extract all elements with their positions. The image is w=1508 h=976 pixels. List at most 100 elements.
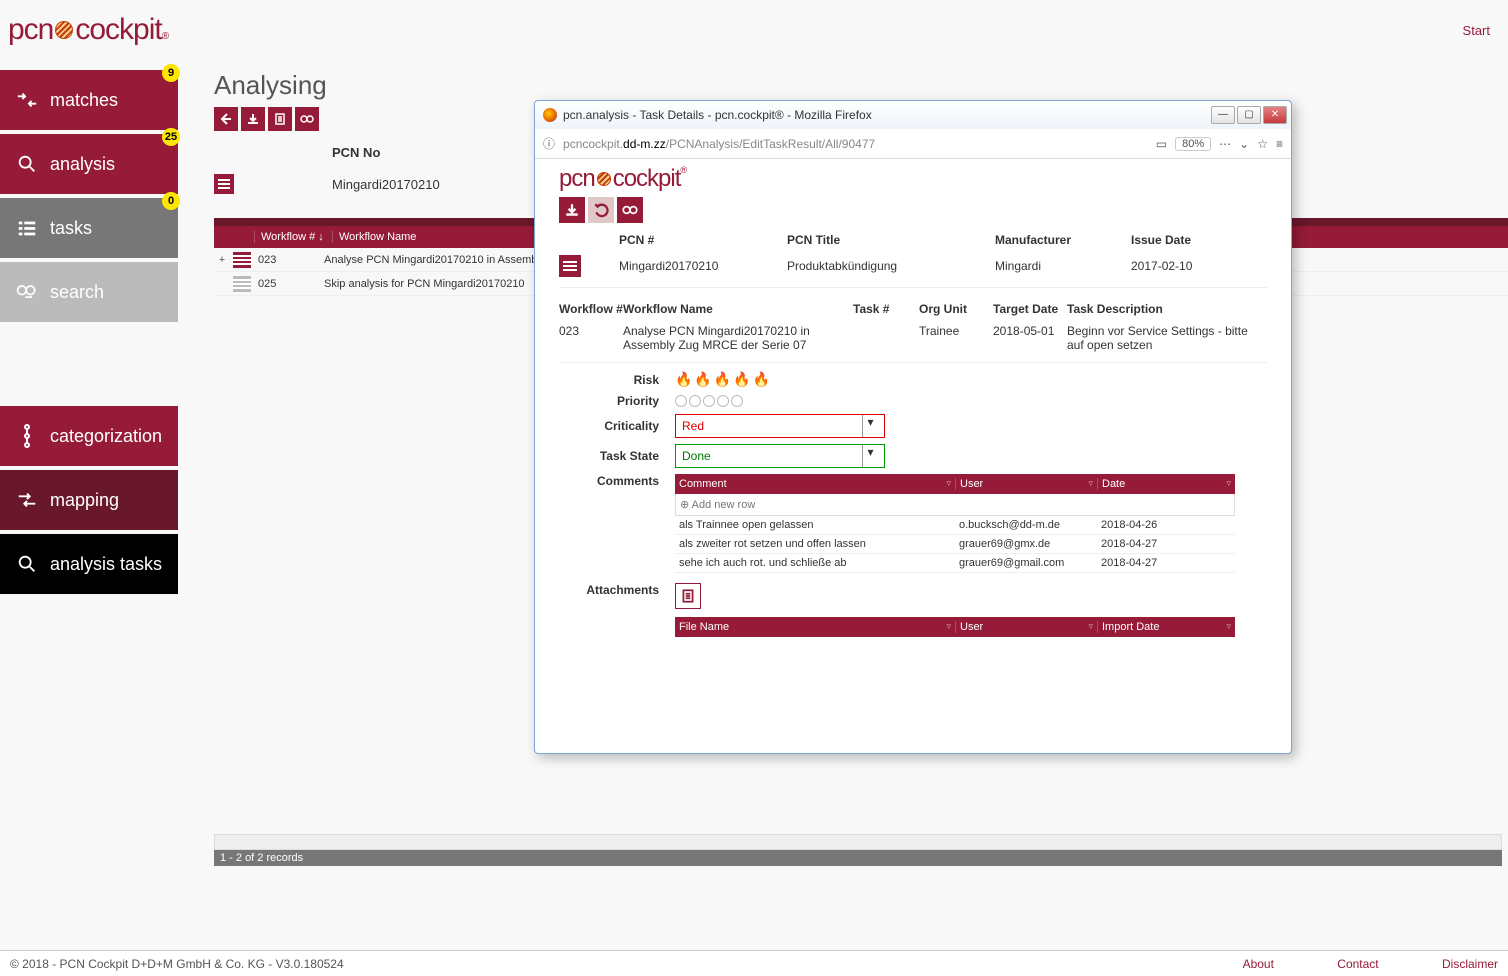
wf-num: 023 <box>559 324 623 352</box>
sidebar-item-tasks[interactable]: tasks 0 <box>0 198 178 258</box>
sidebar-label: analysis tasks <box>50 554 162 575</box>
save-button[interactable] <box>559 197 585 223</box>
link-button[interactable] <box>295 107 319 131</box>
filter-icon[interactable]: ▿ <box>1088 621 1093 632</box>
analysis-icon <box>14 153 40 175</box>
logo-text-1: pcn <box>8 13 53 47</box>
pcn-num: Mingardi20170210 <box>619 259 787 273</box>
close-button[interactable]: ✕ <box>1263 106 1287 124</box>
col-file[interactable]: File Name <box>679 621 729 633</box>
minimize-button[interactable]: ― <box>1211 106 1235 124</box>
sidebar-label: matches <box>50 90 118 111</box>
document-button[interactable] <box>268 107 292 131</box>
task-desc: Beginn vor Service Settings - bitte auf … <box>1067 324 1267 352</box>
row-menu-icon[interactable] <box>233 252 251 268</box>
filter-icon[interactable]: ▿ <box>1226 478 1231 489</box>
comment-date: 2018-04-27 <box>1097 538 1235 550</box>
horizontal-scrollbar[interactable] <box>214 834 1502 850</box>
sort-icon[interactable]: ↓ <box>318 231 324 243</box>
add-attachment-button[interactable] <box>675 583 701 609</box>
comment-text: als Trainnee open gelassen <box>675 519 955 531</box>
popup-logo: pcncockpit® <box>559 165 1267 193</box>
col-comment[interactable]: Comment <box>679 478 727 490</box>
sidebar-item-analysis[interactable]: analysis 25 <box>0 134 178 194</box>
disclaimer-link[interactable]: Disclaimer <box>1442 957 1498 971</box>
sidebar-item-search[interactable]: search <box>0 262 178 322</box>
workflow-row: 023 Analyse PCN Mingardi20170210 in Asse… <box>559 324 1267 363</box>
add-row-button[interactable]: ⊕ Add new row <box>675 494 1235 516</box>
more-icon[interactable]: ⋯ <box>1219 137 1231 151</box>
comment-row[interactable]: als Trainnee open gelassen o.bucksch@dd-… <box>675 516 1235 535</box>
comment-text: als zweiter rot setzen und offen lassen <box>675 538 955 550</box>
reader-icon[interactable]: ▭ <box>1156 137 1167 151</box>
priority-circles-icon[interactable] <box>675 395 743 407</box>
taskstate-select[interactable]: Done▾ <box>675 444 885 468</box>
sidebar-label: mapping <box>50 490 119 511</box>
back-button[interactable] <box>214 107 238 131</box>
col-user[interactable]: User <box>960 621 983 633</box>
wf-name: Analyse PCN Mingardi20170210 in Assembly… <box>623 324 853 352</box>
comments-label: Comments <box>559 474 675 488</box>
risk-flames-icon[interactable]: 🔥🔥🔥🔥🔥 <box>675 371 772 388</box>
contact-link[interactable]: Contact <box>1337 957 1378 971</box>
pcn-title: Produktabkündigung <box>787 259 995 273</box>
sidebar-item-categorization[interactable]: categorization <box>0 406 178 466</box>
undo-button[interactable] <box>588 197 614 223</box>
col-org-unit: Org Unit <box>919 302 993 316</box>
badge: 25 <box>162 128 180 146</box>
maximize-button[interactable]: ▢ <box>1237 106 1261 124</box>
comment-row[interactable]: sehe ich auch rot. und schließe ab graue… <box>675 554 1235 573</box>
star-icon[interactable]: ☆ <box>1257 137 1268 151</box>
col-date[interactable]: Date <box>1102 478 1125 490</box>
filter-icon[interactable]: ▿ <box>1088 478 1093 489</box>
tasks-icon <box>14 217 40 239</box>
mapping-icon <box>14 489 40 511</box>
sidebar-item-analysis-tasks[interactable]: analysis tasks <box>0 534 178 594</box>
row-menu-icon[interactable] <box>214 174 234 194</box>
comment-text: sehe ich auch rot. und schließe ab <box>675 557 955 569</box>
pcn-info-header: PCN # PCN Title Manufacturer Issue Date <box>559 233 1267 247</box>
row-menu-icon[interactable] <box>559 255 581 277</box>
col-wf-num[interactable]: Workflow # <box>261 231 315 243</box>
window-titlebar[interactable]: pcn.analysis - Task Details - pcn.cockpi… <box>535 101 1291 129</box>
window-title: pcn.analysis - Task Details - pcn.cockpi… <box>563 108 872 122</box>
filter-icon[interactable]: ▿ <box>946 478 951 489</box>
comment-row[interactable]: als zweiter rot setzen und offen lassen … <box>675 535 1235 554</box>
analysis-tasks-icon <box>14 553 40 575</box>
wf-num: 023 <box>254 254 324 266</box>
priority-label: Priority <box>559 394 675 408</box>
comment-user: o.bucksch@dd-m.de <box>955 519 1097 531</box>
sidebar-item-matches[interactable]: matches 9 <box>0 70 178 130</box>
col-import-date[interactable]: Import Date <box>1102 621 1159 633</box>
address-bar[interactable]: ⓘ pcncockpit.dd-m.zz/PCNAnalysis/EditTas… <box>535 129 1291 159</box>
start-link[interactable]: Start <box>1463 23 1490 38</box>
copyright: © 2018 - PCN Cockpit D+D+M GmbH & Co. KG… <box>10 957 344 971</box>
taskstate-label: Task State <box>559 449 675 463</box>
comments-table: Comment ▿ User ▿ Date ▿ ⊕ Add new row als T… <box>675 474 1235 573</box>
col-user[interactable]: User <box>960 478 983 490</box>
criticality-label: Criticality <box>559 419 675 433</box>
sidebar-label: tasks <box>50 218 92 239</box>
link-button[interactable] <box>617 197 643 223</box>
sidebar-item-mapping[interactable]: mapping <box>0 470 178 530</box>
row-menu-icon[interactable] <box>233 276 251 292</box>
expand-icon[interactable]: + <box>214 254 230 266</box>
sidebar-label: categorization <box>50 426 162 447</box>
info-icon[interactable]: ⓘ <box>543 135 555 152</box>
save-button[interactable] <box>241 107 265 131</box>
comment-date: 2018-04-26 <box>1097 519 1235 531</box>
comment-user: grauer69@gmail.com <box>955 557 1097 569</box>
workflow-header: Workflow # Workflow Name Task # Org Unit… <box>559 302 1267 316</box>
filter-icon[interactable]: ▿ <box>946 621 951 632</box>
firefox-icon <box>543 108 557 122</box>
menu-icon[interactable]: ≡ <box>1276 137 1283 151</box>
pocket-icon[interactable]: ⌄ <box>1239 137 1249 151</box>
filter-icon[interactable]: ▿ <box>1226 621 1231 632</box>
app-header: pcn cockpit ® Start <box>0 0 1508 56</box>
zoom-level[interactable]: 80% <box>1175 137 1211 151</box>
col-pcn-title: PCN Title <box>787 233 995 247</box>
col-wf-name: Workflow Name <box>623 302 853 316</box>
org-unit: Trainee <box>919 324 993 352</box>
criticality-select[interactable]: Red▾ <box>675 414 885 438</box>
about-link[interactable]: About <box>1243 957 1274 971</box>
